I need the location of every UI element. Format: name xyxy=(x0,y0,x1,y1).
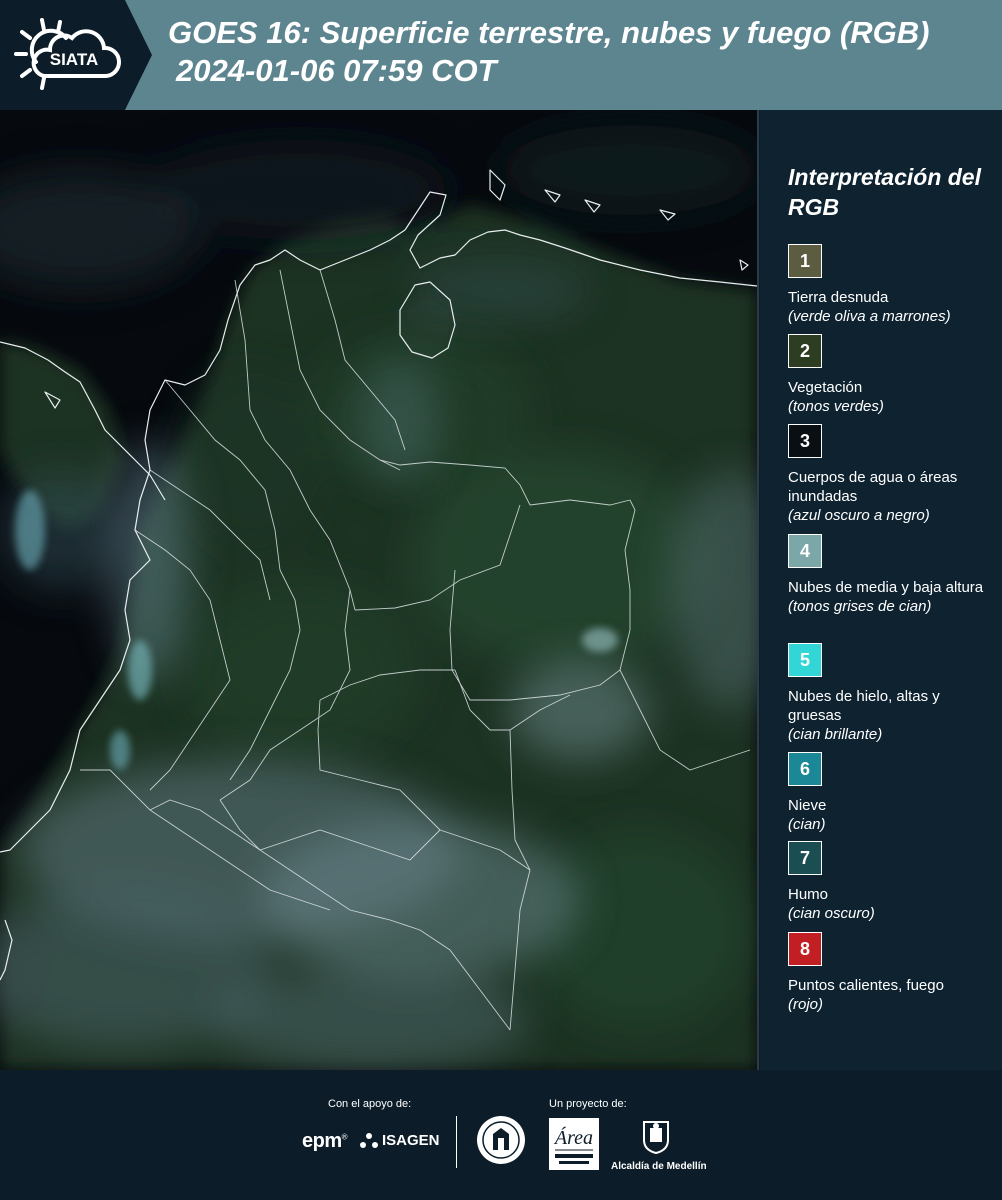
siata-logo: SIATA xyxy=(0,0,152,110)
legend-swatch: 5 xyxy=(788,643,822,677)
legend-note: (tonos grises de cian) xyxy=(788,598,932,615)
project-label: Un proyecto de: xyxy=(549,1098,627,1110)
legend-note: (rojo) xyxy=(788,996,824,1013)
legend-item-hotspots: 8 Puntos calientes, fuego (rojo) xyxy=(788,932,998,1014)
legend-note: (cian brillante) xyxy=(788,726,883,743)
isagen-icon xyxy=(360,1132,378,1148)
legend-swatch: 2 xyxy=(788,334,822,368)
legend-note: (cian) xyxy=(788,816,826,833)
legend-item-ice-clouds: 5 Nubes de hielo, altas y gruesas (cian … xyxy=(788,643,998,744)
epm-text: epm xyxy=(302,1130,342,1152)
legend-number: 5 xyxy=(799,649,810,670)
legend-number: 3 xyxy=(799,430,810,451)
legend-note: (tonos verdes) xyxy=(788,398,884,415)
legend-label: Cuerpos de agua o áreas inundadas xyxy=(788,469,958,505)
legend-note: (azul oscuro a negro) xyxy=(788,507,930,524)
satellite-map xyxy=(0,110,760,1070)
footer: Con el apoyo de: Un proyecto de: epm® IS… xyxy=(0,1070,1002,1200)
medellin-shield-icon xyxy=(643,1121,669,1155)
alcaldia-text: Alcaldía de Medellín xyxy=(611,1161,707,1172)
legend-note: (cian oscuro) xyxy=(788,905,875,922)
page-title: GOES 16: Superficie terrestre, nubes y f… xyxy=(168,14,929,90)
legend-label: Tierra desnuda xyxy=(788,289,889,306)
legend-panel: Interpretación del RGB 1 Tierra desnuda … xyxy=(760,110,1002,1070)
area-metropolitana-icon: Área xyxy=(553,1126,593,1164)
legend-swatch: 4 xyxy=(788,534,822,568)
legend-number: 8 xyxy=(799,938,810,959)
svg-text:Área: Área xyxy=(553,1126,593,1149)
legend-swatch: 8 xyxy=(788,932,822,966)
legend-number: 4 xyxy=(799,540,810,561)
legend-swatch: 1 xyxy=(788,244,822,278)
legend-swatch: 6 xyxy=(788,752,822,786)
legend-swatch: 7 xyxy=(788,841,822,875)
isagen-logo: ISAGEN xyxy=(360,1132,440,1149)
legend-item-mid-low-clouds: 4 Nubes de media y baja altura (tonos gr… xyxy=(788,534,998,616)
title-line-1: GOES 16: Superficie terrestre, nubes y f… xyxy=(168,15,930,50)
legend-number: 7 xyxy=(799,847,810,868)
legend-item-smoke: 7 Humo (cian oscuro) xyxy=(788,841,998,923)
legend-number: 2 xyxy=(799,340,810,361)
area-metropolitana-logo: Área xyxy=(549,1118,599,1170)
legend-item-vegetation: 2 Vegetación (tonos verdes) xyxy=(788,334,998,416)
legend-swatch: 3 xyxy=(788,424,822,458)
sun-cloud-icon: SIATA xyxy=(14,18,122,90)
alcaldia-logo: Alcaldía de Medellín xyxy=(611,1118,707,1172)
legend-item-snow: 6 Nieve (cian) xyxy=(788,752,998,834)
satellite-image xyxy=(0,110,759,1070)
legend-label: Nubes de hielo, altas y gruesas xyxy=(788,688,940,724)
logo-text: SIATA xyxy=(50,50,98,69)
legend-label: Vegetación xyxy=(788,379,863,396)
title-line-2: 2024-01-06 07:59 COT xyxy=(176,53,497,88)
legend-label: Nubes de media y baja altura xyxy=(788,579,984,596)
header: SIATA GOES 16: Superficie terrestre, nub… xyxy=(0,0,1002,110)
legend-label: Puntos calientes, fuego xyxy=(788,977,944,994)
legend-note: (verde oliva a marrones) xyxy=(788,308,951,325)
legend-number: 1 xyxy=(799,250,810,271)
support-label: Con el apoyo de: xyxy=(328,1098,412,1110)
legend-item-water: 3 Cuerpos de agua o áreas inundadas (azu… xyxy=(788,424,998,525)
footer-divider xyxy=(456,1116,457,1168)
legend-label: Humo xyxy=(788,886,829,903)
legend-label: Nieve xyxy=(788,797,827,814)
legend-item-bare-land: 1 Tierra desnuda (verde oliva a marrones… xyxy=(788,244,998,326)
legend-number: 6 xyxy=(799,758,810,779)
isagen-text: ISAGEN xyxy=(382,1132,440,1149)
epm-logo: epm® xyxy=(302,1130,348,1152)
university-seal-icon xyxy=(477,1116,525,1164)
legend-title: Interpretación del RGB xyxy=(788,164,981,220)
